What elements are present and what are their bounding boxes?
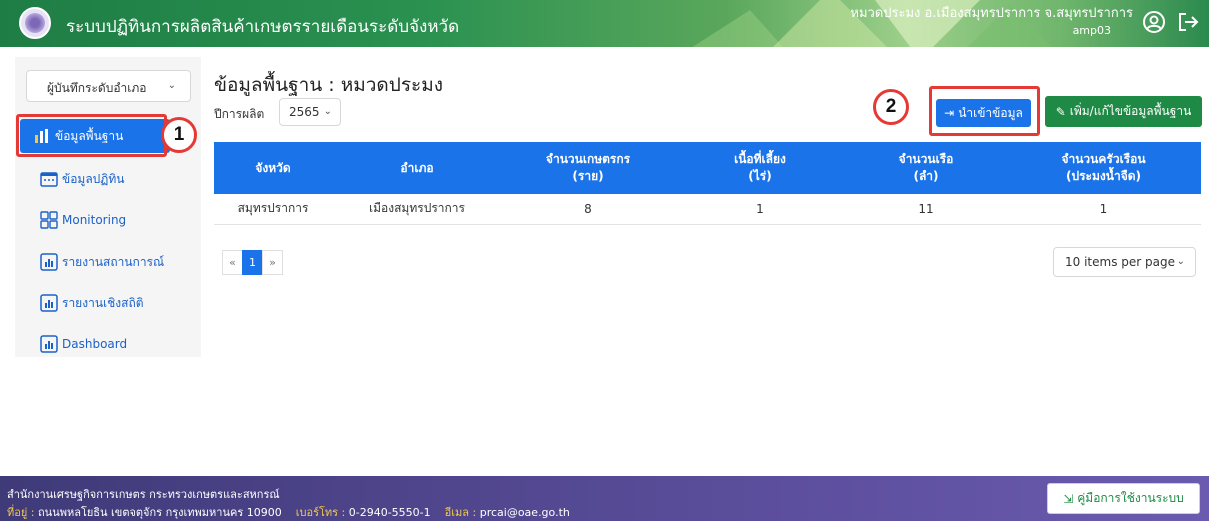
report-icon [40, 335, 58, 353]
role-dropdown-value: ผู้บันทึกระดับอำเภอ [47, 81, 147, 95]
cell-province: สมุทรปราการ [214, 194, 332, 225]
footer-address-label: ที่อยู่ : [7, 506, 35, 519]
footer-email[interactable]: prcai@oae.go.th [480, 506, 570, 519]
annotation-marker-1: 1 [161, 117, 197, 153]
manual-icon: ⇲ [1063, 491, 1074, 506]
sidebar-item-situation-report[interactable]: รายงานสถานการณ์ [27, 245, 185, 279]
sidebar-item-monitoring[interactable]: Monitoring [27, 203, 185, 237]
basic-data-table: จังหวัด อำเภอ จำนวนเกษตรกร (ราย) เนื้อที่… [214, 142, 1201, 225]
column-header-boats: จำนวนเรือ (ลำ) [846, 142, 1006, 194]
edit-basic-data-label: เพิ่ม/แก้ไขข้อมูลพื้นฐาน [1069, 104, 1192, 118]
sidebar-item-statistics-report[interactable]: รายงานเชิงสถิติ [27, 286, 185, 320]
annotation-marker-2: 2 [873, 89, 909, 125]
pagination-prev-button[interactable]: « [222, 250, 243, 275]
cell-area: 1 [674, 194, 846, 225]
agency-logo[interactable] [19, 7, 51, 39]
user-manual-label: คู่มือการใช้งานระบบ [1077, 491, 1184, 505]
table-row[interactable]: สมุทรปราการ เมืองสมุทรปราการ 8 1 11 1 [214, 194, 1201, 225]
report-icon [40, 294, 58, 312]
cell-district: เมืองสมุทรปราการ [332, 194, 502, 225]
chevron-down-icon: ⌄ [323, 106, 332, 117]
footer-org-name: สำนักงานเศรษฐกิจการเกษตร กระทรวงเกษตรและ… [7, 488, 280, 501]
column-header-farmers: จำนวนเกษตรกร (ราย) [502, 142, 674, 194]
year-dropdown[interactable]: 2565 ⌄ [279, 98, 341, 126]
annotation-highlight-1 [16, 114, 167, 157]
footer-address: ถนนพหลโยธิน เขตจตุจักร กรุงเทพมหานคร 109… [38, 506, 282, 519]
app-header: ระบบปฏิทินการผลิตสินค้าเกษตรรายเดือนระดั… [0, 0, 1209, 47]
column-header-households: จำนวนครัวเรือน (ประมงน้ำจืด) [1006, 142, 1201, 194]
username: amp03 [1072, 24, 1111, 37]
cell-farmers: 8 [502, 194, 674, 225]
table-header-row: จังหวัด อำเภอ จำนวนเกษตรกร (ราย) เนื้อที่… [214, 142, 1201, 194]
column-header-district: อำเภอ [332, 142, 502, 194]
sidebar-item-label: รายงานสถานการณ์ [62, 254, 165, 269]
year-dropdown-value: 2565 [289, 105, 320, 119]
cell-boats: 11 [846, 194, 1006, 225]
items-per-page-value: 10 items per page [1065, 255, 1175, 269]
user-account-icon[interactable] [1142, 10, 1166, 34]
pagination-page-button[interactable]: 1 [242, 250, 263, 275]
items-per-page-dropdown[interactable]: 10 items per page ⌄ [1053, 247, 1196, 277]
logout-icon[interactable] [1176, 10, 1200, 34]
report-icon [40, 253, 58, 271]
app-title: ระบบปฏิทินการผลิตสินค้าเกษตรรายเดือนระดั… [66, 17, 460, 36]
edit-icon: ✎ [1055, 104, 1066, 119]
footer-contact: ที่อยู่ : ถนนพหลโยธิน เขตจตุจักร กรุงเทพ… [7, 503, 570, 521]
page-title: ข้อมูลพื้นฐาน : หมวดประมง [214, 74, 444, 96]
grid-icon [40, 211, 58, 229]
sidebar: ผู้บันทึกระดับอำเภอ ⌄ ข้อมูลพื้นฐาน ข้อม… [15, 57, 201, 357]
import-data-button[interactable]: ⇥ นำเข้าข้อมูล [936, 99, 1031, 127]
footer-phone-label: เบอร์โทร : [295, 506, 346, 519]
pagination-next-button[interactable]: » [262, 250, 283, 275]
edit-basic-data-button[interactable]: ✎ เพิ่ม/แก้ไขข้อมูลพื้นฐาน [1045, 96, 1202, 127]
column-header-province: จังหวัด [214, 142, 332, 194]
sidebar-item-label: Monitoring [62, 213, 127, 227]
sidebar-item-calendar[interactable]: ข้อมูลปฏิทิน [27, 162, 185, 196]
import-data-label: นำเข้าข้อมูล [958, 105, 1023, 120]
column-header-area: เนื้อที่เลี้ยง (ไร่) [674, 142, 846, 194]
footer-phone: 0-2940-5550-1 [348, 506, 431, 519]
chevron-down-icon: ⌄ [1176, 256, 1185, 267]
cell-households: 1 [1006, 194, 1201, 225]
user-manual-button[interactable]: ⇲ คู่มือการใช้งานระบบ [1047, 483, 1200, 514]
sidebar-item-label: รายงานเชิงสถิติ [62, 295, 144, 310]
pagination: « 1 » [222, 250, 283, 275]
sidebar-item-dashboard[interactable]: Dashboard [27, 327, 185, 361]
year-label: ปีการผลิต [214, 107, 265, 121]
role-dropdown[interactable]: ผู้บันทึกระดับอำเภอ ⌄ [26, 70, 191, 102]
chevron-down-icon: ⌄ [167, 80, 176, 91]
unit-name: หมวดประมง อ.เมืองสมุทรปราการ จ.สมุทรปราก… [850, 6, 1133, 21]
footer-email-label: อีเมล : [444, 506, 477, 519]
import-icon: ⇥ [944, 106, 955, 120]
calendar-icon [40, 170, 58, 188]
user-unit-info: หมวดประมง อ.เมืองสมุทรปราการ จ.สมุทรปราก… [850, 5, 1133, 39]
sidebar-item-label: ข้อมูลปฏิทิน [62, 171, 125, 186]
page-footer: สำนักงานเศรษฐกิจการเกษตร กระทรวงเกษตรและ… [0, 476, 1209, 521]
sidebar-item-label: Dashboard [62, 337, 128, 351]
